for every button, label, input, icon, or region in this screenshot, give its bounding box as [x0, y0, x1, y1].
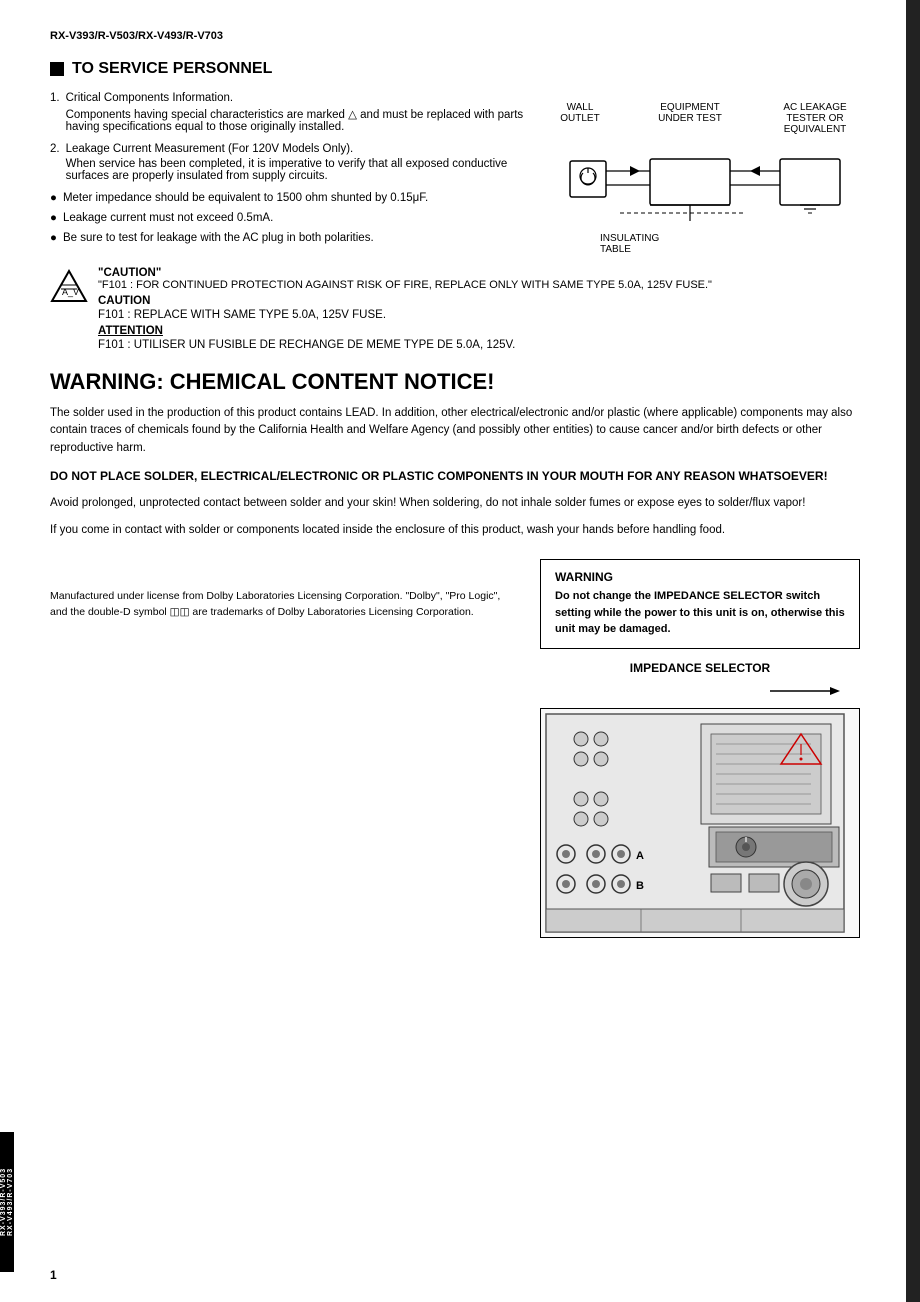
warning-chemical-para3: Avoid prolonged, unprotected contact bet… — [50, 495, 860, 512]
item1-num: 1. — [50, 92, 60, 133]
caution-quoted-text: "F101 : FOR CONTINUED PROTECTION AGAINST… — [98, 279, 860, 291]
left-content: 1. Critical Components Information. Comp… — [50, 92, 530, 255]
impedance-diagram-box: A B — [540, 708, 860, 938]
ac-leakage-label: AC LEAKAGETESTER OREQUIVALENT — [770, 102, 860, 135]
numbered-item-1: 1. Critical Components Information. Comp… — [50, 92, 530, 133]
diagram-labels: WALLOUTLET EQUIPMENTUNDER TEST AC LEAKAG… — [550, 102, 860, 135]
impedance-panel-svg: A B — [541, 709, 851, 937]
svg-text:A: A — [636, 850, 644, 862]
model-number: RX-V393/R-V503/RX-V493/R-V703 — [50, 30, 860, 42]
bullet-icon-1: ● — [50, 192, 57, 204]
circuit-svg — [560, 141, 850, 231]
attention-text: F101 : UTILISER UN FUSIBLE DE RECHANGE D… — [98, 339, 860, 351]
warning-chemical-title: WARNING: CHEMICAL CONTENT NOTICE! — [50, 369, 860, 395]
bullet-3: ● Be sure to test for leakage with the A… — [50, 232, 530, 244]
warning-chemical-para4: If you come in contact with solder or co… — [50, 522, 860, 539]
section-title: TO SERVICE PERSONNEL — [50, 60, 860, 78]
warning-chemical-para2: DO NOT PLACE SOLDER, ELECTRICAL/ELECTRON… — [50, 467, 860, 485]
right-border — [906, 0, 920, 1302]
bottom-section: Manufactured under license from Dolby La… — [50, 559, 860, 938]
insulating-table-label: INSULATINGTABLE — [600, 233, 860, 255]
impedance-selector-title: IMPEDANCE SELECTOR — [540, 661, 860, 675]
caution-plain-text: F101 : REPLACE WITH SAME TYPE 5.0A, 125V… — [98, 309, 860, 321]
bottom-left: Manufactured under license from Dolby La… — [50, 559, 520, 938]
equipment-label: EQUIPMENTUNDER TEST — [645, 102, 735, 135]
top-section: 1. Critical Components Information. Comp… — [50, 92, 860, 255]
warning-chemical-para1: The solder used in the production of thi… — [50, 405, 860, 457]
caution-section: A_V "CAUTION" "F101 : FOR CONTINUED PROT… — [50, 267, 860, 351]
warning-impedance-box: WARNING Do not change the IMPEDANCE SELE… — [540, 559, 860, 649]
numbered-item-2: 2. Leakage Current Measurement (For 120V… — [50, 143, 530, 182]
dolby-note: Manufactured under license from Dolby La… — [50, 589, 520, 621]
caution-row: A_V "CAUTION" "F101 : FOR CONTINUED PROT… — [50, 267, 860, 351]
warning-box-title: WARNING — [555, 570, 845, 584]
caution-triangle-icon: A_V — [50, 267, 88, 305]
bullet-1: ● Meter impedance should be equivalent t… — [50, 192, 530, 204]
bullet-icon-2: ● — [50, 212, 57, 224]
bullet-2: ● Leakage current must not exceed 0.5mA. — [50, 212, 530, 224]
bullet-icon-3: ● — [50, 232, 57, 244]
page-number: 1 — [50, 1268, 57, 1282]
wall-outlet-label: WALLOUTLET — [550, 102, 610, 135]
caution-plain-label: CAUTION — [98, 295, 860, 307]
caution-text-block: "CAUTION" "F101 : FOR CONTINUED PROTECTI… — [98, 267, 860, 351]
impedance-arrow-icon — [540, 681, 860, 701]
warning-box-body: Do not change the IMPEDANCE SELECTOR swi… — [555, 588, 845, 638]
section-title-text: TO SERVICE PERSONNEL — [72, 60, 272, 78]
svg-text:B: B — [636, 880, 644, 892]
item2-num: 2. — [50, 143, 60, 182]
title-square-icon — [50, 62, 64, 76]
leakage-diagram: WALLOUTLET EQUIPMENTUNDER TEST AC LEAKAG… — [550, 102, 860, 255]
side-label: RX-V393/R-V503RX-V493/R-V703 — [0, 1132, 14, 1272]
attention-label: ATTENTION — [98, 325, 860, 337]
item2-text: Leakage Current Measurement (For 120V Mo… — [66, 143, 530, 182]
page: RX-V393/R-V503RX-V493/R-V703 RX-V393/R-V… — [0, 0, 920, 1302]
item1-text: Critical Components Information. Compone… — [66, 92, 530, 133]
bottom-right: WARNING Do not change the IMPEDANCE SELE… — [540, 559, 860, 938]
caution-quoted-label: "CAUTION" — [98, 267, 860, 279]
